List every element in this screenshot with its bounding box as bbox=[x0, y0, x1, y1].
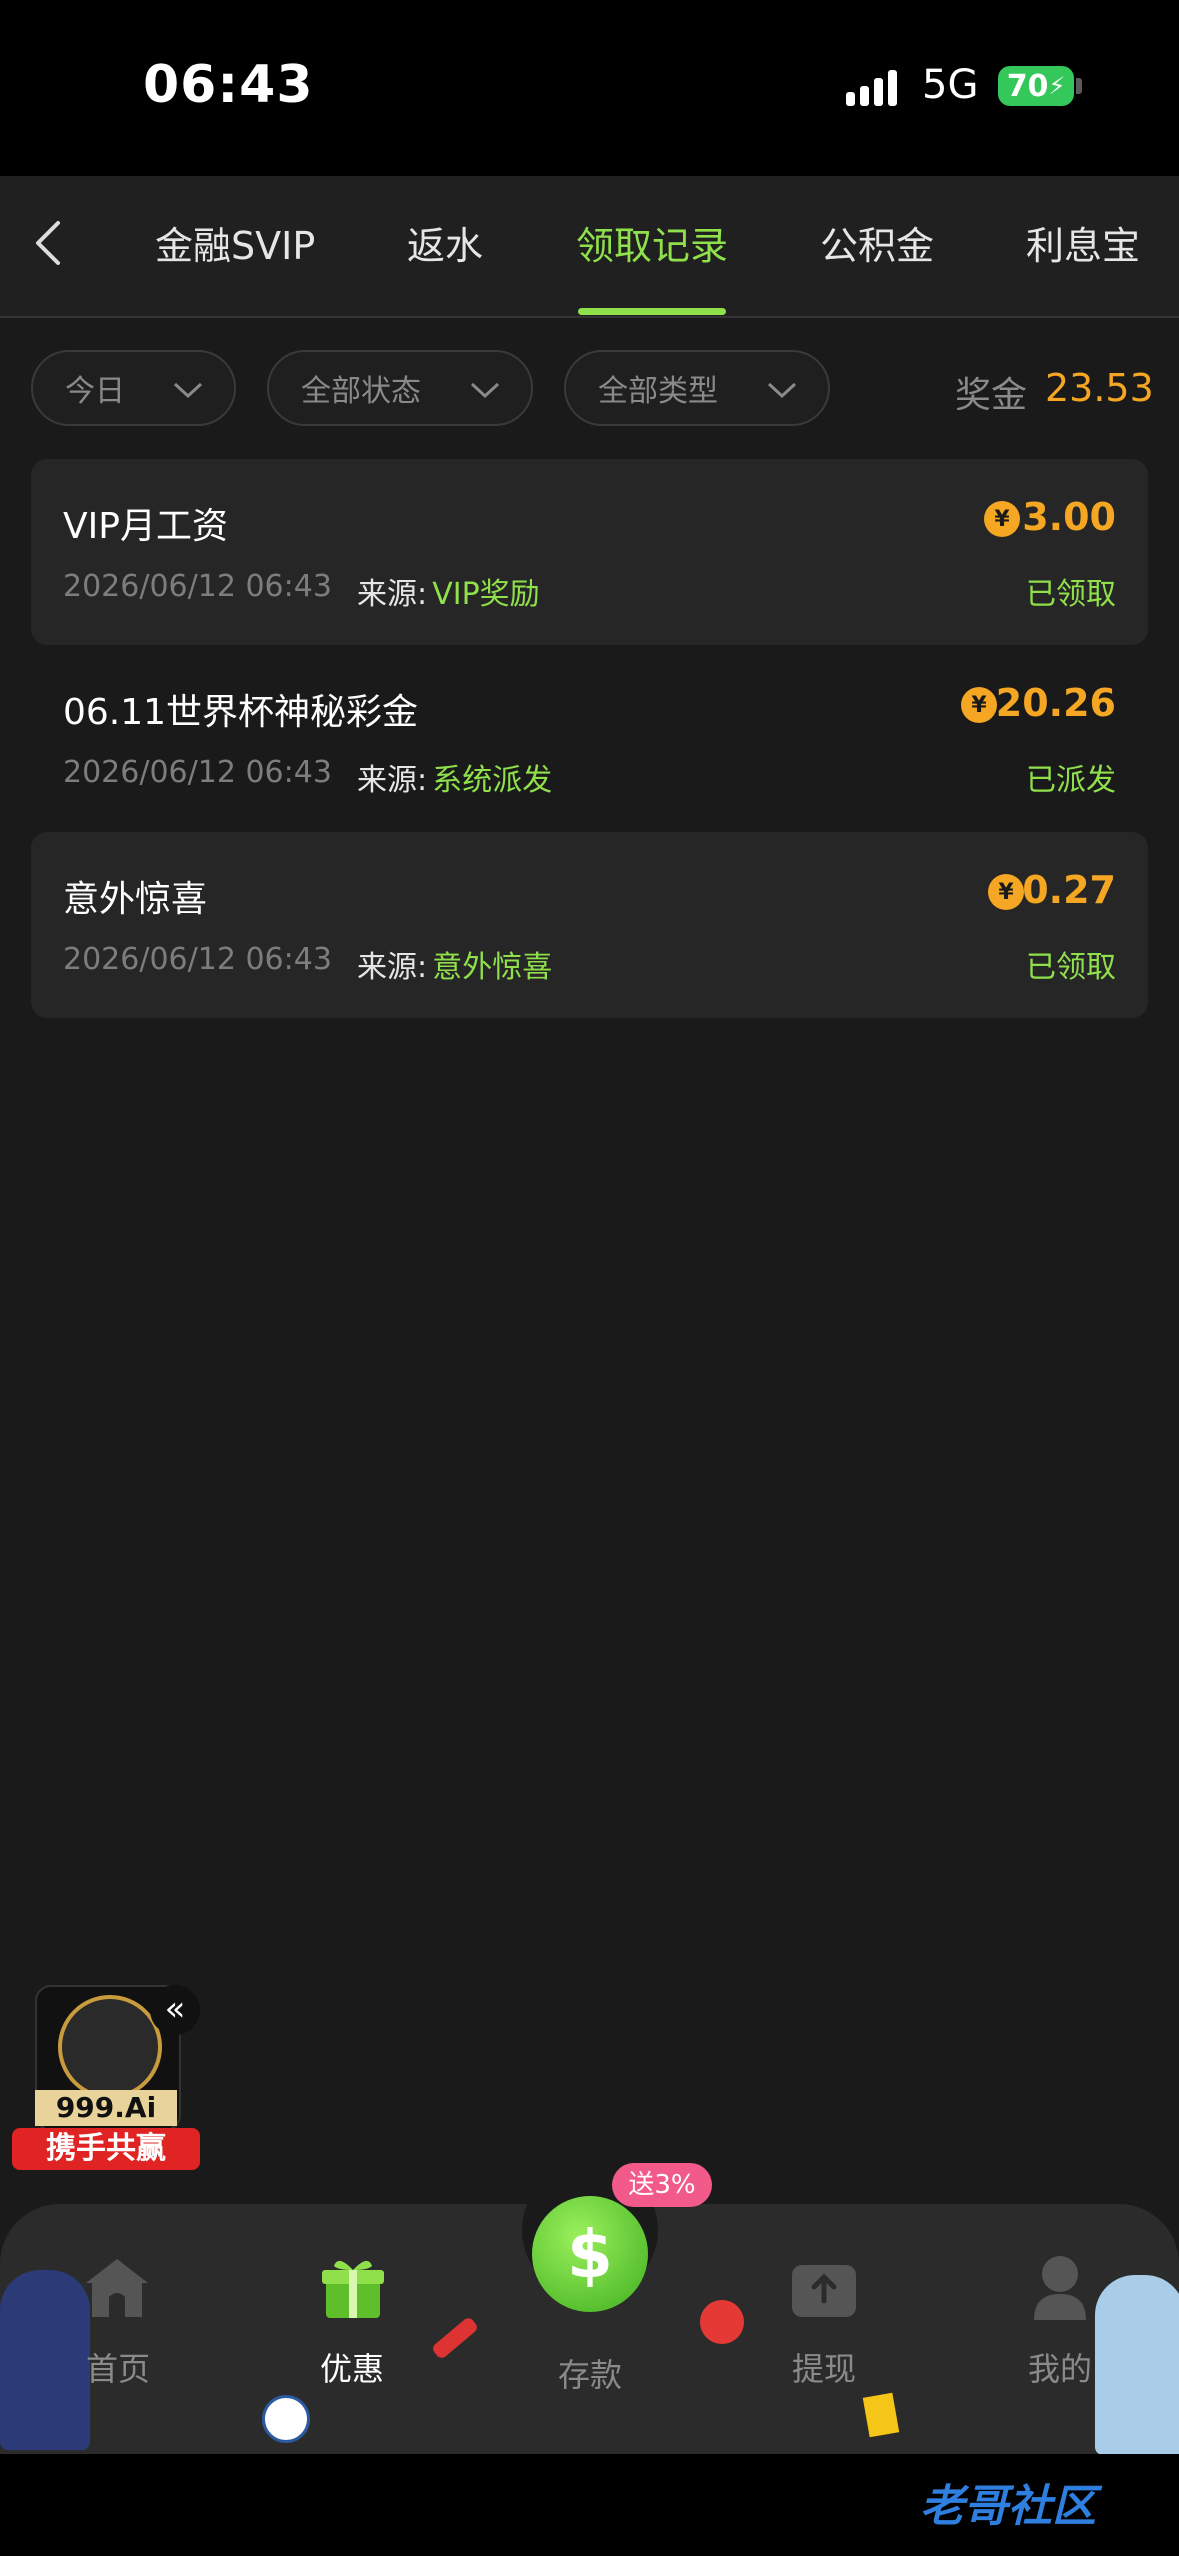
record-date: 2026/06/12 06:43 bbox=[63, 942, 332, 977]
record-amount: 0.27 bbox=[1022, 868, 1116, 912]
battery-level: 70 bbox=[1006, 68, 1049, 104]
balloon-icon bbox=[700, 2300, 744, 2344]
charging-icon: ⚡ bbox=[1048, 72, 1066, 100]
status-filter-label: 全部状态 bbox=[301, 374, 421, 409]
coin-icon: ¥ bbox=[988, 874, 1024, 910]
tab-claim-records[interactable]: 领取记录 bbox=[576, 215, 728, 270]
soccer-ball-icon bbox=[262, 2395, 310, 2443]
status-time: 06:43 bbox=[143, 55, 314, 115]
record-card[interactable]: VIP月工资 2026/06/12 06:43 来源: VIP奖励 ¥ 3.00… bbox=[31, 459, 1148, 645]
record-title: 06.11世界杯神秘彩金 bbox=[63, 692, 419, 733]
date-filter-dropdown[interactable]: 今日 bbox=[31, 350, 236, 426]
player-left-image bbox=[0, 2270, 90, 2450]
source-label: 来源: bbox=[357, 950, 428, 985]
record-source: 意外惊喜 bbox=[432, 950, 553, 985]
record-card[interactable]: 意外惊喜 2026/06/12 06:43 来源: 意外惊喜 ¥ 0.27 已领… bbox=[31, 832, 1148, 1018]
tab-finance-svip[interactable]: 金融SVIP bbox=[155, 215, 315, 270]
nav-deposit-label[interactable]: 存款 bbox=[558, 2350, 622, 2396]
signal-icon bbox=[846, 70, 897, 106]
date-filter-label: 今日 bbox=[65, 374, 125, 409]
deposit-promo-tag: 送3% bbox=[612, 2163, 712, 2207]
brand-logo-icon bbox=[58, 1995, 162, 2099]
record-amount: 3.00 bbox=[1022, 495, 1116, 539]
chevron-down-icon bbox=[470, 382, 500, 399]
network-type: 5G bbox=[922, 62, 979, 108]
withdraw-icon[interactable] bbox=[788, 2255, 860, 2321]
type-filter-dropdown[interactable]: 全部类型 bbox=[564, 350, 830, 426]
badge-logo-text: 999.Ai bbox=[35, 2090, 177, 2126]
bonus-total-value: 23.53 bbox=[1045, 366, 1154, 410]
active-tab-indicator bbox=[578, 308, 726, 315]
record-source: VIP奖励 bbox=[432, 577, 540, 612]
record-title: VIP月工资 bbox=[63, 506, 228, 547]
bonus-total-label: 奖金 bbox=[955, 375, 1028, 416]
profile-icon[interactable] bbox=[1030, 2252, 1090, 2322]
type-filter-label: 全部类型 bbox=[598, 374, 718, 409]
record-source: 系统派发 bbox=[432, 763, 553, 798]
tab-provident-fund[interactable]: 公积金 bbox=[820, 215, 934, 270]
chevron-down-icon bbox=[767, 382, 797, 399]
back-arrow-icon[interactable] bbox=[28, 213, 68, 273]
record-status: 已领取 bbox=[1026, 950, 1116, 985]
watermark-text: 老哥社区 bbox=[920, 2481, 1096, 2532]
player-right-image bbox=[1095, 2275, 1179, 2455]
badge-banner[interactable]: 携手共赢 bbox=[12, 2128, 200, 2170]
status-filter-dropdown[interactable]: 全部状态 bbox=[267, 350, 533, 426]
collapse-badge-button[interactable]: « bbox=[150, 1985, 200, 2035]
record-date: 2026/06/12 06:43 bbox=[63, 569, 332, 604]
tab-interest[interactable]: 利息宝 bbox=[1026, 215, 1140, 270]
record-amount: 20.26 bbox=[995, 681, 1116, 725]
source-label: 来源: bbox=[357, 763, 428, 798]
record-status: 已领取 bbox=[1026, 577, 1116, 612]
deposit-coin-icon[interactable]: $ bbox=[532, 2196, 648, 2312]
record-date: 2026/06/12 06:43 bbox=[63, 755, 332, 790]
coin-icon: ¥ bbox=[984, 501, 1020, 537]
coin-icon: ¥ bbox=[961, 687, 997, 723]
source-label: 来源: bbox=[357, 577, 428, 612]
battery-tip bbox=[1076, 78, 1082, 94]
record-card[interactable]: 06.11世界杯神秘彩金 2026/06/12 06:43 来源: 系统派发 ¥… bbox=[31, 645, 1148, 831]
tab-rebate[interactable]: 返水 bbox=[407, 215, 483, 270]
nav-promo-label[interactable]: 优惠 bbox=[320, 2344, 384, 2390]
battery-indicator: 70 ⚡ bbox=[998, 66, 1074, 106]
record-title: 意外惊喜 bbox=[63, 879, 208, 920]
chevron-down-icon bbox=[173, 382, 203, 399]
nav-profile-label[interactable]: 我的 bbox=[1028, 2344, 1092, 2390]
nav-home-label[interactable]: 首页 bbox=[86, 2344, 150, 2390]
nav-withdraw-label[interactable]: 提现 bbox=[792, 2344, 856, 2390]
record-status: 已派发 bbox=[1026, 763, 1116, 798]
home-icon[interactable] bbox=[82, 2255, 152, 2321]
gift-icon[interactable] bbox=[318, 2252, 388, 2322]
